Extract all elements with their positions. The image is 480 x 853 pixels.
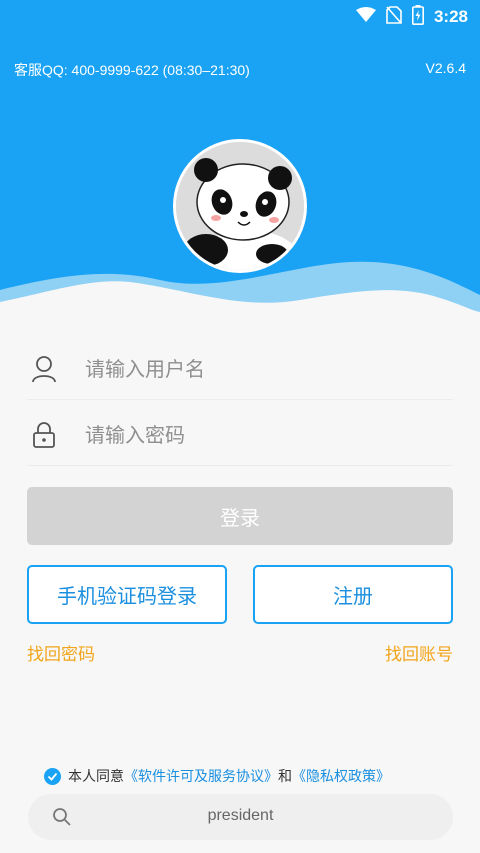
bottom-search-bar[interactable]: president [28,794,453,840]
login-button[interactable]: 登录 [27,487,453,545]
forgot-account-link[interactable]: 找回账号 [385,640,453,665]
lock-icon [29,420,59,450]
sms-login-button[interactable]: 手机验证码登录 [27,565,227,624]
agreement-and: 和 [278,769,292,785]
no-sim-icon [386,6,402,28]
forgot-password-link[interactable]: 找回密码 [27,640,95,665]
version-label: V2.6.4 [425,60,466,76]
user-icon [29,354,59,384]
register-button[interactable]: 注册 [253,565,453,624]
support-contact-text: 客服QQ: 400-9999-622 (08:30–21:30) [14,62,250,78]
checkmark-icon [47,772,58,781]
header-banner: 3:28 客服QQ: 400-9999-622 (08:30–21:30) V2… [0,0,480,320]
bottom-search-text: president [207,807,274,824]
username-input[interactable] [85,356,425,381]
panda-avatar-icon [173,139,307,273]
status-bar: 3:28 [0,0,480,34]
license-agreement-link[interactable]: 《软件许可及服务协议》 [124,766,278,786]
password-input[interactable] [85,422,425,447]
username-row [27,338,453,400]
agreement-checkbox[interactable] [44,767,61,785]
battery-charging-icon [411,5,424,29]
agreement-prefix: 本人同意 [68,769,124,785]
privacy-policy-link[interactable]: 《隐私权政策》 [292,766,390,786]
password-row [27,404,453,466]
agreement-row: 本人同意 《软件许可及服务协议》 和 《隐私权政策》 [44,766,390,786]
status-time: 3:28 [433,7,468,26]
wifi-icon [355,7,376,27]
